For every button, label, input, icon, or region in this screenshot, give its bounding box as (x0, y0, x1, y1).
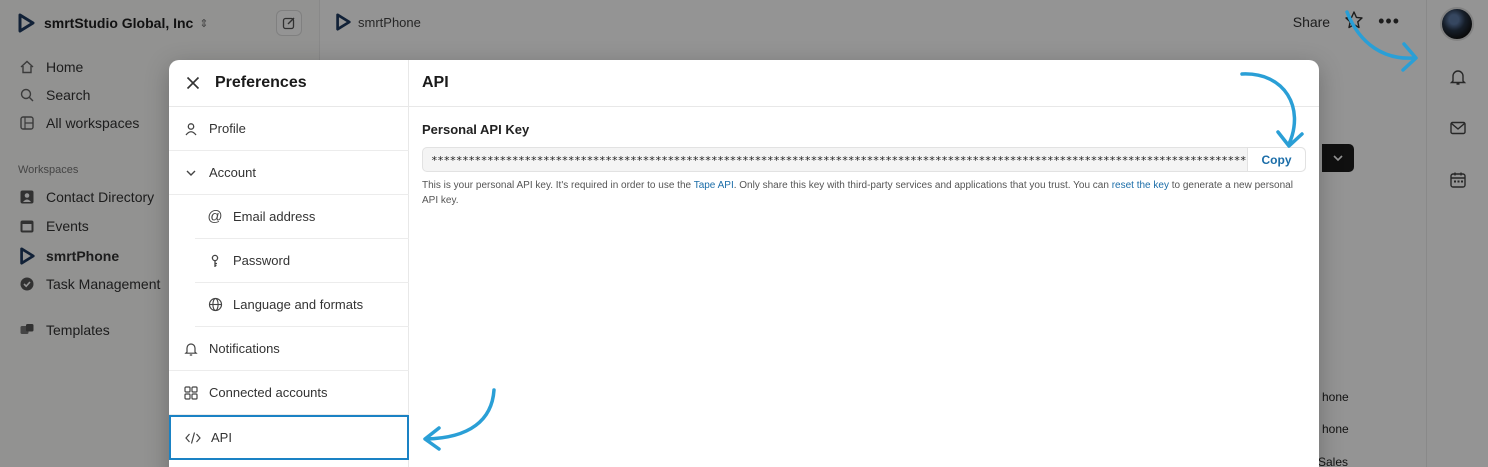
nav-item-password[interactable]: Password (195, 239, 409, 283)
nav-item-label: Profile (209, 121, 246, 136)
preferences-nav: Preferences Profile Account @ Email addr… (169, 60, 409, 467)
nav-item-profile[interactable]: Profile (169, 107, 409, 151)
help-text: . Only share this key with third-party s… (733, 180, 1112, 191)
close-button[interactable] (182, 72, 204, 94)
close-icon (186, 76, 200, 90)
nav-item-label: API (211, 430, 232, 445)
globe-icon (207, 297, 223, 312)
nav-item-connected-accounts[interactable]: Connected accounts (169, 371, 409, 415)
api-section-header: API (409, 60, 1319, 107)
key-icon (207, 254, 223, 268)
api-key-field[interactable]: ****************************************… (422, 147, 1306, 172)
person-icon (183, 122, 199, 136)
grid-icon (183, 385, 199, 400)
preferences-modal: Preferences Profile Account @ Email addr… (169, 60, 1319, 467)
bell-icon (183, 342, 199, 356)
nav-item-api[interactable]: API (169, 415, 409, 460)
code-icon (185, 431, 201, 445)
reset-key-link[interactable]: reset the key (1112, 180, 1169, 191)
modal-title: Preferences (215, 74, 307, 91)
nav-item-label: Account (209, 165, 256, 180)
chevron-down-icon (183, 167, 199, 179)
nav-item-label: Password (233, 253, 291, 268)
nav-item-notifications[interactable]: Notifications (169, 327, 409, 371)
tape-api-link[interactable]: Tape API (694, 180, 734, 191)
nav-item-email-address[interactable]: @ Email address (195, 195, 409, 239)
nav-item-label: Language and formats (233, 297, 364, 312)
preferences-header: Preferences (169, 60, 409, 107)
nav-item-account[interactable]: Account (169, 151, 409, 195)
api-key-label: Personal API Key (422, 122, 530, 137)
api-key-help-text: This is your personal API key. It's requ… (422, 178, 1308, 208)
section-title: API (422, 74, 449, 91)
at-sign-icon: @ (207, 208, 223, 225)
nav-item-label: Notifications (209, 341, 280, 356)
help-text: This is your personal API key. It's requ… (422, 180, 694, 191)
nav-item-language-formats[interactable]: Language and formats (195, 283, 409, 327)
api-key-value[interactable]: ****************************************… (431, 154, 1249, 168)
copy-button[interactable]: Copy (1247, 148, 1305, 171)
nav-item-label: Connected accounts (209, 385, 328, 400)
nav-item-label: Email address (233, 209, 316, 224)
